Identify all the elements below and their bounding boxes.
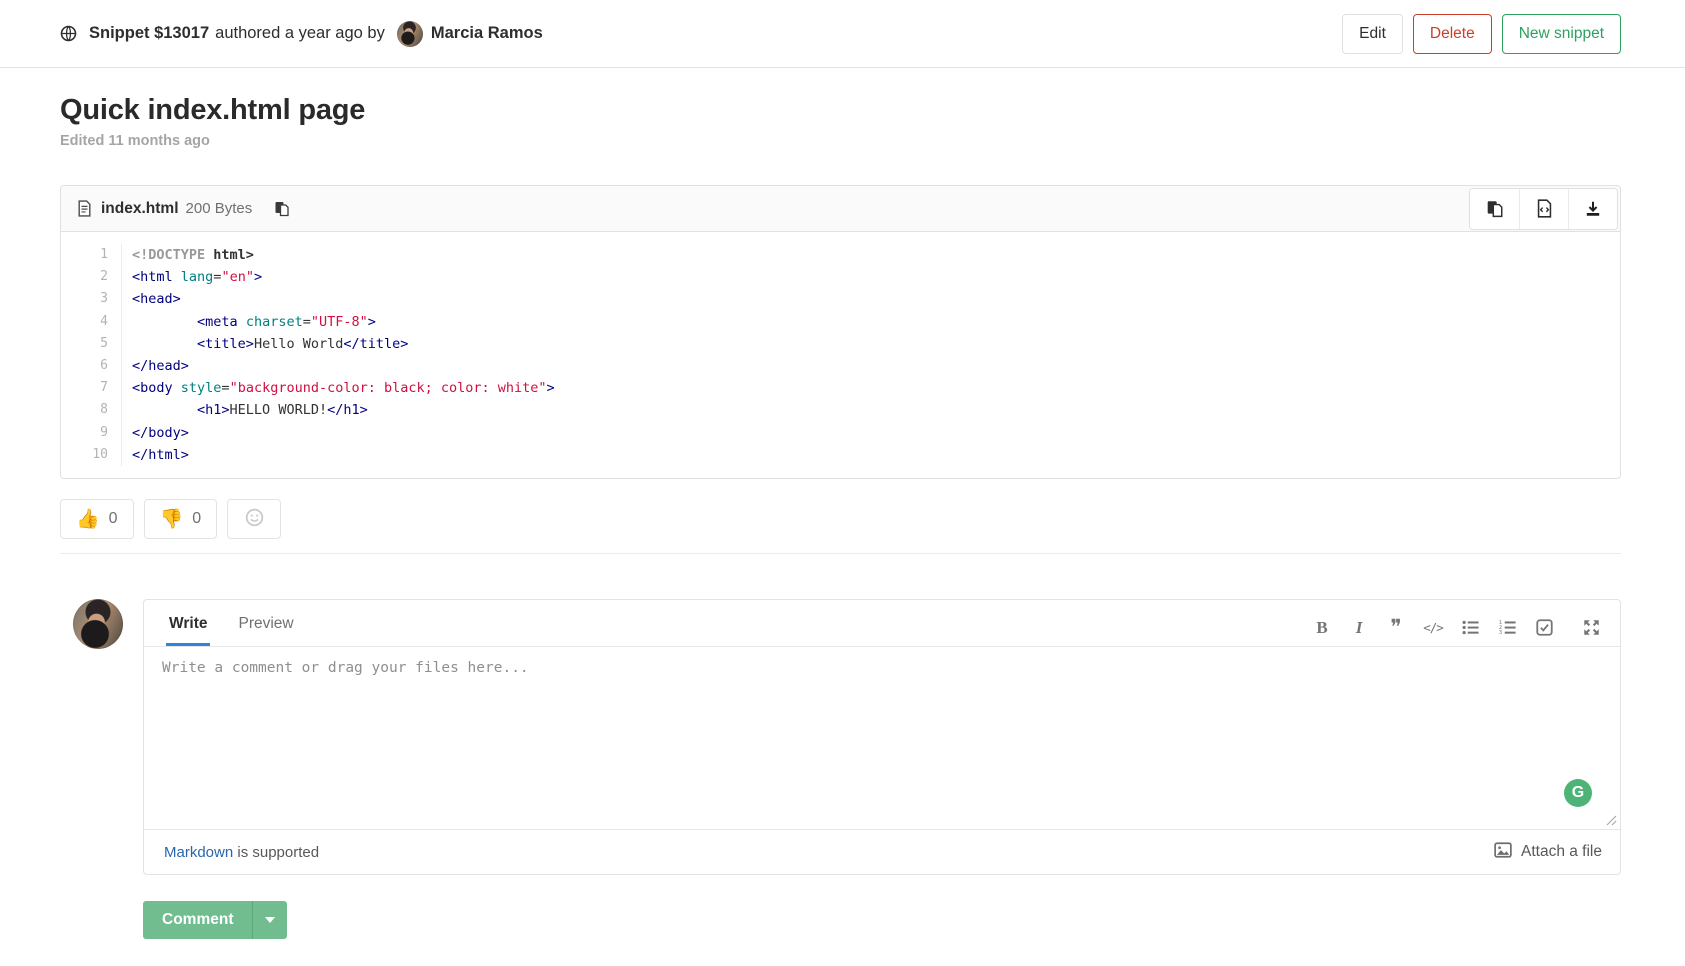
- file-name: index.html: [101, 200, 179, 218]
- thumbs-down-icon: 👎: [160, 510, 184, 529]
- comment-button[interactable]: Comment: [143, 901, 287, 939]
- line-number[interactable]: 2: [61, 266, 122, 288]
- submit-row: Comment: [60, 901, 1621, 951]
- comment-dropdown-toggle[interactable]: [252, 901, 287, 939]
- thumbs-up-count: 0: [109, 510, 118, 528]
- fullscreen-icon[interactable]: [1582, 618, 1600, 636]
- tab-write[interactable]: Write: [166, 602, 210, 646]
- code-line: 4 <meta charset="UTF-8">: [61, 311, 1620, 333]
- editor-body: G: [144, 647, 1620, 829]
- page-title: Quick index.html page: [60, 94, 1621, 127]
- comment-form-row: Write Preview B I ❞ </> 123: [60, 599, 1621, 875]
- thumbs-down-count: 0: [192, 510, 201, 528]
- editor-footer: Markdown is supported Attach a file: [144, 829, 1620, 874]
- code-text: </body>: [122, 422, 189, 444]
- code-line: 9</body>: [61, 422, 1620, 444]
- markdown-toolbar: B I ❞ </> 123: [1313, 618, 1600, 646]
- code-text: <meta charset="UTF-8">: [122, 311, 376, 333]
- file-header: index.html 200 Bytes: [61, 186, 1620, 232]
- download-icon[interactable]: [1568, 189, 1617, 229]
- author-name-link[interactable]: Marcia Ramos: [431, 24, 543, 43]
- current-user-avatar: [73, 599, 123, 649]
- code-viewer: 1<!DOCTYPE html>2<html lang="en">3<head>…: [61, 232, 1620, 478]
- open-raw-icon[interactable]: [1519, 189, 1568, 229]
- code-line: 7<body style="background-color: black; c…: [61, 377, 1620, 399]
- editor-tab-bar: Write Preview B I ❞ </> 123: [144, 600, 1620, 647]
- title-block: Quick index.html page Edited 11 months a…: [60, 94, 1621, 149]
- notes-divider: [60, 553, 1621, 554]
- line-number[interactable]: 8: [61, 399, 122, 421]
- code-lines: 1<!DOCTYPE html>2<html lang="en">3<head>…: [61, 244, 1620, 466]
- thumbs-up-button[interactable]: 👍 0: [60, 499, 134, 539]
- code-text: </html>: [122, 444, 189, 466]
- code-line: 3<head>: [61, 288, 1620, 310]
- snippet-meta-header: Snippet $13017 authored a year ago by Ma…: [0, 0, 1685, 68]
- code-text: <h1>HELLO WORLD!</h1>: [122, 399, 368, 421]
- snippet-page: Snippet $13017 authored a year ago by Ma…: [0, 0, 1685, 951]
- image-icon: [1494, 842, 1512, 863]
- snippet-meta: Snippet $13017 authored a year ago by Ma…: [60, 21, 543, 47]
- code-text: <body style="background-color: black; co…: [122, 377, 555, 399]
- code-text: <!DOCTYPE html>: [122, 244, 254, 266]
- author-avatar: [397, 21, 423, 47]
- edit-button[interactable]: Edit: [1342, 14, 1403, 54]
- snippet-actions: Edit Delete New snippet: [1342, 14, 1621, 54]
- bold-icon[interactable]: B: [1313, 618, 1331, 636]
- edited-timestamp: Edited 11 months ago: [60, 133, 1621, 149]
- snippet-id: Snippet $13017: [89, 24, 209, 43]
- grammarly-icon[interactable]: G: [1564, 779, 1592, 807]
- attach-file-button[interactable]: Attach a file: [1494, 842, 1602, 863]
- line-number[interactable]: 3: [61, 288, 122, 310]
- bullet-list-icon[interactable]: [1461, 618, 1479, 636]
- italic-icon[interactable]: I: [1350, 618, 1368, 636]
- code-text: <head>: [122, 288, 181, 310]
- line-number[interactable]: 9: [61, 422, 122, 444]
- code-text: </head>: [122, 355, 189, 377]
- code-line: 10</html>: [61, 444, 1620, 466]
- task-list-icon[interactable]: [1535, 618, 1553, 636]
- copy-file-path-icon[interactable]: [270, 196, 294, 221]
- award-emoji-block: 👍 0 👎 0: [60, 499, 1621, 539]
- comment-textarea[interactable]: [144, 647, 1620, 829]
- file-size: 200 Bytes: [186, 200, 253, 217]
- code-line: 6</head>: [61, 355, 1620, 377]
- document-icon: [77, 200, 92, 217]
- copy-contents-icon[interactable]: [1470, 189, 1519, 229]
- code-line: 2<html lang="en">: [61, 266, 1620, 288]
- smiley-icon: [245, 508, 264, 530]
- authored-text: authored a year ago by: [215, 24, 385, 43]
- add-reaction-button[interactable]: [227, 499, 281, 539]
- tab-preview[interactable]: Preview: [235, 602, 296, 646]
- delete-button[interactable]: Delete: [1413, 14, 1492, 54]
- code-text: <title>Hello World</title>: [122, 333, 408, 355]
- code-text: <html lang="en">: [122, 266, 262, 288]
- markdown-editor: Write Preview B I ❞ </> 123: [143, 599, 1621, 875]
- code-line: 5 <title>Hello World</title>: [61, 333, 1620, 355]
- line-number[interactable]: 7: [61, 377, 122, 399]
- line-number[interactable]: 6: [61, 355, 122, 377]
- line-number[interactable]: 10: [61, 444, 122, 466]
- line-number[interactable]: 1: [61, 244, 122, 266]
- quote-icon[interactable]: ❞: [1387, 618, 1405, 636]
- numbered-list-icon[interactable]: 123: [1498, 618, 1516, 636]
- line-number[interactable]: 4: [61, 311, 122, 333]
- attach-file-label: Attach a file: [1521, 843, 1602, 861]
- file-actions-group: [1469, 188, 1618, 230]
- markdown-supported-text: Markdown is supported: [164, 844, 319, 861]
- resize-handle[interactable]: [1606, 815, 1617, 826]
- svg-text:3: 3: [1499, 630, 1502, 635]
- file-holder: index.html 200 Bytes: [60, 185, 1621, 479]
- earth-icon: [60, 25, 77, 42]
- line-number[interactable]: 5: [61, 333, 122, 355]
- comment-button-label[interactable]: Comment: [143, 901, 252, 939]
- chevron-down-icon: [265, 917, 275, 923]
- new-snippet-button[interactable]: New snippet: [1502, 14, 1621, 54]
- code-line: 8 <h1>HELLO WORLD!</h1>: [61, 399, 1620, 421]
- code-icon[interactable]: </>: [1424, 618, 1442, 636]
- markdown-link[interactable]: Markdown: [164, 844, 233, 861]
- code-line: 1<!DOCTYPE html>: [61, 244, 1620, 266]
- thumbs-down-button[interactable]: 👎 0: [144, 499, 218, 539]
- thumbs-up-icon: 👍: [76, 510, 100, 529]
